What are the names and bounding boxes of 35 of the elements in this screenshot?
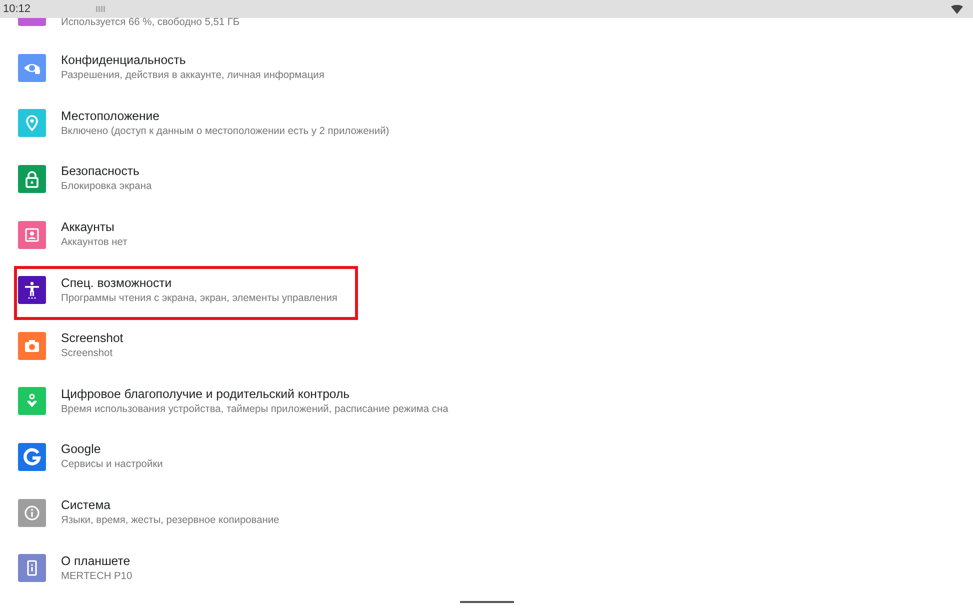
item-subtitle: Аккаунтов нет (61, 236, 128, 250)
item-subtitle: Языки, время, жесты, резервное копирование (61, 514, 280, 528)
item-title: О планшете (61, 552, 132, 570)
settings-item[interactable]: Google Сервисы и настройки (0, 429, 973, 485)
settings-item[interactable]: Аккаунты Аккаунтов нет (0, 206, 973, 262)
item-subtitle: Разрешения, действия в аккаунте, личная информация (61, 69, 324, 84)
item-subtitle: Сервисы и настройки (61, 458, 163, 472)
item-title: Аккаунты (61, 219, 116, 236)
notification-icon (96, 6, 105, 12)
wifi-icon (951, 4, 963, 14)
item-subtitle: MERTECH P10 (61, 570, 132, 584)
item-title: Google (61, 441, 102, 458)
item-subtitle: Screenshot (61, 347, 114, 362)
item-title: Безопасность (61, 163, 140, 180)
settings-item[interactable]: Местоположение Включено (доступ к данным о местоположении есть у 2 приложений) (0, 96, 973, 152)
item-title: Система (61, 497, 112, 514)
settings-item[interactable]: Цифровое благополучие и родительский контроль Время использования устройства, таймеры приложений, расписание режима сна (0, 374, 973, 430)
settings-item[interactable]: Конфиденциальность Разрешения, действия в аккаунте, личная информация (0, 40, 973, 96)
item-subtitle: Используется 66 %, свободно 5,51 ГБ (61, 16, 240, 30)
settings-item[interactable]: О планшете MERTECH P10 (0, 540, 973, 596)
item-title: Конфиденциальность (61, 52, 187, 70)
settings-item[interactable]: Система Языки, время, жесты, резервное копирование (0, 484, 973, 540)
item-title: Screenshot (61, 330, 124, 348)
item-title: Цифровое благополучие и родительский контроль (61, 386, 351, 403)
navigation-handle[interactable] (460, 600, 514, 603)
item-subtitle: Программы чтения с экрана, экран, элементы управления (61, 292, 338, 306)
item-subtitle: Блокировка экрана (61, 180, 152, 194)
item-title: Местоположение (61, 108, 161, 125)
item-subtitle: Время использования устройства, таймеры приложений, расписание режима сна (61, 402, 448, 417)
settings-item[interactable]: Screenshot Screenshot (0, 318, 973, 374)
settings-item[interactable]: Спец. возможности Программы чтения с экрана, экран, элементы управления (0, 262, 973, 318)
settings-item[interactable]: Безопасность Блокировка экрана (0, 151, 973, 207)
item-title: Спец. возможности (61, 274, 173, 292)
status-time: 10:12 (3, 3, 31, 15)
item-subtitle: Включено (доступ к данным о местоположении есть у 2 приложений) (61, 124, 390, 139)
